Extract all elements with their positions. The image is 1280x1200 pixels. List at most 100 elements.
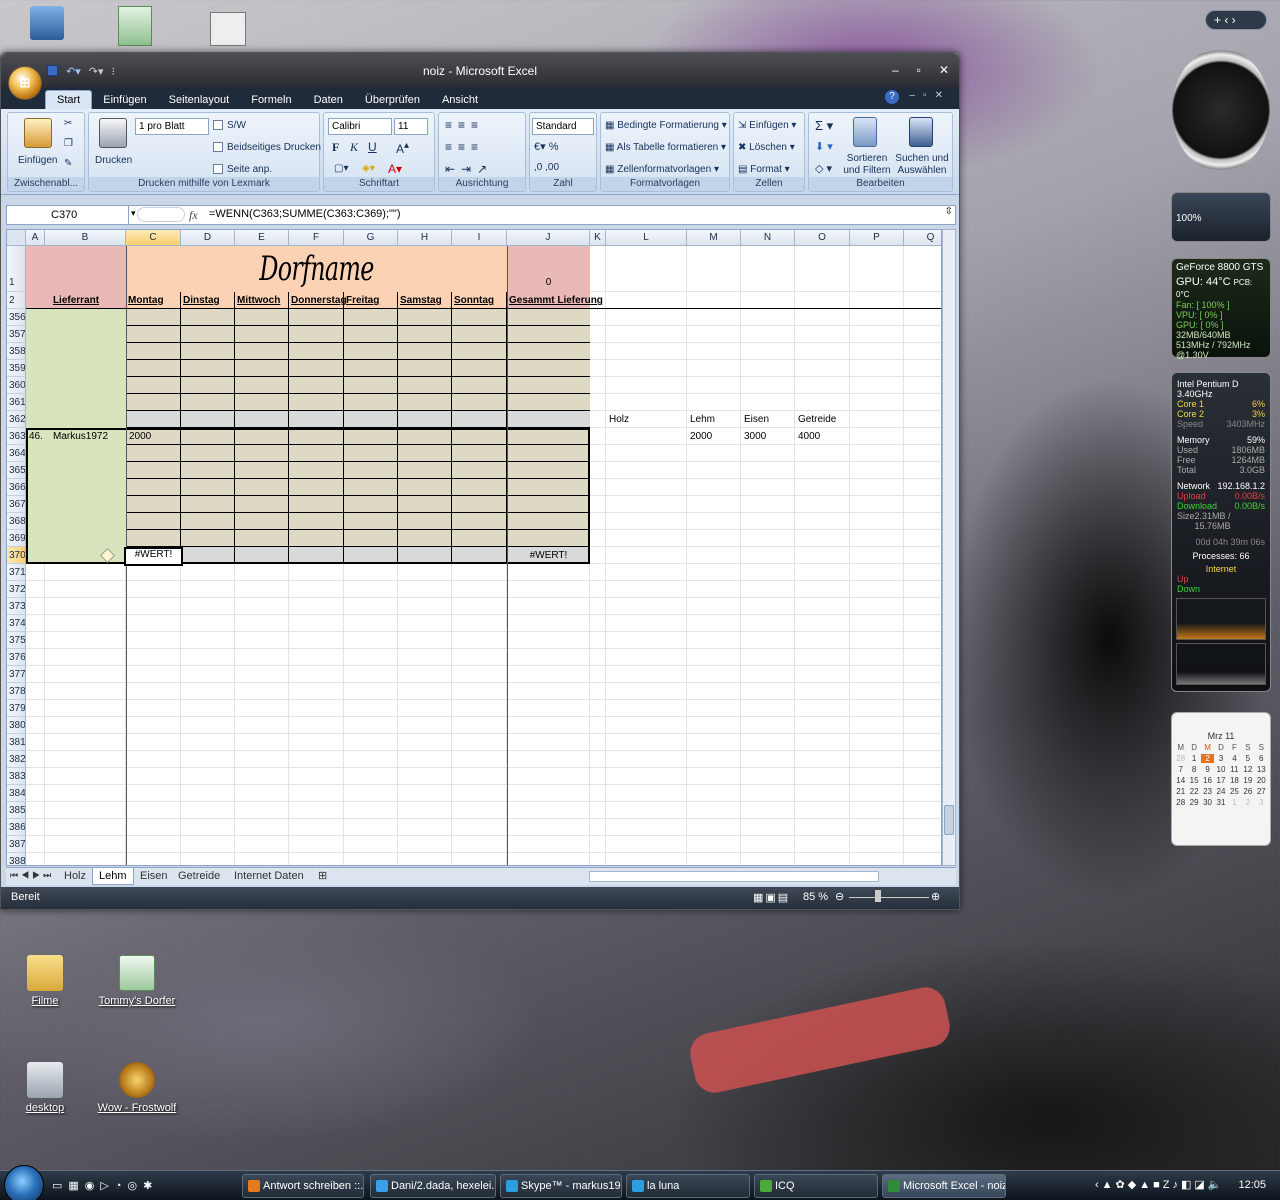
zoom-slider[interactable]: ⊖ ⊕ <box>835 890 945 904</box>
office-button[interactable]: ⊞ <box>8 66 42 100</box>
row-header[interactable]: 361 <box>7 394 26 411</box>
tab-daten[interactable]: Daten <box>303 91 354 109</box>
column-header-k[interactable]: K <box>590 230 606 246</box>
row-header[interactable]: 358 <box>7 343 26 360</box>
calendar-day[interactable]: 11 <box>1228 765 1241 774</box>
sheet-tab-holz[interactable]: Holz <box>58 868 92 885</box>
paste-button[interactable]: Einfügen <box>18 155 57 166</box>
calendar-day[interactable]: 24 <box>1214 787 1227 796</box>
calendar-day[interactable]: 3 <box>1255 798 1268 807</box>
calendar-day[interactable]: 13 <box>1255 765 1268 774</box>
row-header[interactable]: 388 <box>7 853 26 865</box>
column-header-n[interactable]: N <box>741 230 795 246</box>
quick-launch-icons[interactable]: ▭▦◉▷◔◎✱ <box>52 1179 158 1192</box>
row-header[interactable]: 368 <box>7 513 26 530</box>
cut-icon[interactable]: ✂ <box>64 118 72 129</box>
calendar-day[interactable]: 10 <box>1214 765 1227 774</box>
row-header[interactable]: 386 <box>7 819 26 836</box>
zoom-level[interactable]: 85 % <box>803 891 828 903</box>
sheet-tab-lehm[interactable]: Lehm <box>92 868 134 885</box>
maximize-icon[interactable]: ▫ <box>917 63 921 77</box>
calendar-day[interactable]: 15 <box>1187 776 1200 785</box>
tray-icons[interactable]: ‹▲✿◆▲■Z♪◧◪🔈 <box>1095 1178 1224 1191</box>
find-select-button[interactable]: Suchen und Auswählen <box>893 153 951 177</box>
font-name-combo[interactable]: Calibri <box>328 118 392 135</box>
start-button[interactable] <box>4 1165 44 1200</box>
row-header[interactable]: 379 <box>7 700 26 717</box>
format-as-table-button[interactable]: ▦ Als Tabelle formatieren ▾ <box>605 142 726 153</box>
desktop-top-icon[interactable] <box>30 6 64 40</box>
calendar-day[interactable]: 5 <box>1241 754 1254 763</box>
calendar-day[interactable]: 25 <box>1228 787 1241 796</box>
row-header[interactable]: 374 <box>7 615 26 632</box>
cell-styles-button[interactable]: ▦ Zellenformatvorlagen ▾ <box>605 164 719 175</box>
row-header[interactable]: 376 <box>7 649 26 666</box>
column-header-d[interactable]: D <box>181 230 235 246</box>
cell-c370-error[interactable]: #WERT! <box>124 547 183 566</box>
calendar-day[interactable]: 12 <box>1241 765 1254 774</box>
row-header[interactable]: 369 <box>7 530 26 547</box>
column-header-q[interactable]: Q <box>904 230 941 246</box>
bold-icon[interactable]: F <box>332 140 339 155</box>
calendar-day[interactable]: 3 <box>1214 754 1227 763</box>
close-icon[interactable]: ✕ <box>939 63 949 77</box>
row-header[interactable]: 366 <box>7 479 26 496</box>
fit-checkbox[interactable]: Seite anp. <box>213 164 272 175</box>
calendar-day[interactable]: 26 <box>1241 787 1254 796</box>
italic-icon[interactable]: K <box>350 140 358 155</box>
calendar-day[interactable]: 21 <box>1174 787 1187 796</box>
calendar-day[interactable]: 23 <box>1201 787 1214 796</box>
volume-gadget[interactable]: 100% <box>1171 192 1271 242</box>
row-header[interactable]: 372 <box>7 581 26 598</box>
calendar-day[interactable]: 19 <box>1241 776 1254 785</box>
column-header-o[interactable]: O <box>795 230 850 246</box>
spreadsheet-grid[interactable]: A B C D E F G H I J K L M N O P Q 1 2 356 357 358 359 360 361 362… <box>6 229 942 866</box>
zoom-out-icon[interactable]: ⊖ <box>835 890 844 903</box>
indent-icons[interactable]: ⇤⇥↗ <box>445 162 493 176</box>
row-header[interactable]: 377 <box>7 666 26 683</box>
calendar-day[interactable]: 4 <box>1228 754 1241 763</box>
duplex-checkbox[interactable]: Beidseitiges Drucken <box>213 142 321 153</box>
print-button[interactable]: Drucken <box>95 155 132 166</box>
sw-checkbox[interactable]: S/W <box>213 120 246 131</box>
tab-seitenlayout[interactable]: Seitenlayout <box>158 91 241 109</box>
taskbar-item[interactable]: Dani/2.dada, hexelei... <box>370 1174 496 1198</box>
sheet-tab-internet-daten[interactable]: Internet Daten <box>228 868 310 885</box>
column-header-i[interactable]: I <box>452 230 507 246</box>
sheet-tab-eisen[interactable]: Eisen <box>134 868 174 885</box>
calendar-day[interactable]: 29 <box>1187 798 1200 807</box>
taskbar-item[interactable]: ICQ <box>754 1174 878 1198</box>
tab-ansicht[interactable]: Ansicht <box>431 91 489 109</box>
calendar-day[interactable]: 31 <box>1214 798 1227 807</box>
column-header-b[interactable]: B <box>45 230 126 246</box>
tab-start[interactable]: Start <box>45 90 93 109</box>
pages-per-sheet-combo[interactable]: 1 pro Blatt <box>135 118 209 135</box>
calendar-day[interactable]: 28 <box>1174 798 1187 807</box>
row-header[interactable]: 384 <box>7 785 26 802</box>
desktop-icon-wow[interactable]: Wow - Frostwolf <box>92 1062 182 1114</box>
help-icon[interactable]: ? <box>885 90 899 104</box>
format-cells-button[interactable]: ▤ Format ▾ <box>738 164 790 175</box>
view-buttons[interactable]: ▦▣▤ <box>753 891 790 904</box>
sort-filter-button[interactable]: Sortieren und Filtern <box>839 153 895 177</box>
insert-sheet-icon[interactable]: ⊞ <box>312 868 333 885</box>
sheet-tab-getreide[interactable]: Getreide <box>172 868 226 885</box>
taskbar-clock[interactable]: 12:05 <box>1238 1179 1266 1191</box>
row-header[interactable]: 362 <box>7 411 26 428</box>
calendar-day[interactable]: 2 <box>1241 798 1254 807</box>
conditional-format-button[interactable]: ▦ Bedingte Formatierung ▾ <box>605 120 727 131</box>
taskbar-item[interactable]: Microsoft Excel - noiz <box>882 1174 1006 1198</box>
taskbar-item[interactable]: Skype™ - markus19... <box>500 1174 622 1198</box>
grow-font-icon[interactable]: A▴ <box>396 140 409 156</box>
row-header[interactable]: 356 <box>7 309 26 326</box>
sheet-nav-icons[interactable]: ⏮◀▶⏭ <box>10 870 54 881</box>
printer-icon[interactable] <box>99 118 127 148</box>
horizontal-align-icons[interactable]: ≡≡≡ <box>445 140 484 154</box>
sort-filter-icon[interactable] <box>853 117 877 147</box>
column-header-g[interactable]: G <box>344 230 398 246</box>
row-header[interactable]: 380 <box>7 717 26 734</box>
horizontal-scrollbar[interactable] <box>589 871 879 882</box>
calendar-day[interactable]: 28 <box>1174 754 1187 763</box>
minimize-icon[interactable]: – <box>892 63 899 77</box>
column-header-h[interactable]: H <box>398 230 452 246</box>
